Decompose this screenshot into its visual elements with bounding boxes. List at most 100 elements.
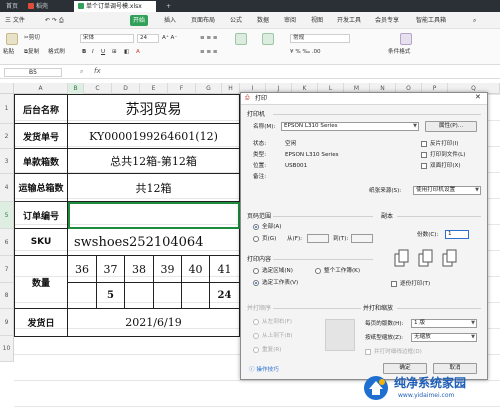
column-header-c[interactable]: C	[84, 83, 112, 94]
quantity-cell[interactable]: 5	[97, 283, 125, 309]
align-top-buttons[interactable]: ≡ ≡ ≡	[200, 34, 218, 42]
font-name-select[interactable]: 宋体	[80, 34, 134, 43]
font-color-button[interactable]: A	[136, 48, 140, 56]
row-header-8[interactable]: 8	[0, 283, 14, 309]
label-sku[interactable]: SKU	[15, 229, 68, 256]
duplex-checkbox[interactable]	[421, 163, 427, 169]
cut-button[interactable]: ✂剪切	[24, 34, 40, 42]
label-ship-date[interactable]: 发货日	[15, 309, 68, 337]
thin-border-checkbox[interactable]	[365, 349, 371, 355]
whole-workbook-radio[interactable]	[315, 268, 321, 274]
row-header-5[interactable]: 5	[0, 202, 14, 229]
tips-link[interactable]: ⓘ 操作技巧	[249, 367, 279, 374]
label-backend-name[interactable]: 后台名称	[15, 95, 68, 124]
quantity-cell[interactable]	[68, 283, 97, 309]
menu-view[interactable]: 视图	[308, 15, 326, 26]
row-header-3[interactable]: 3	[0, 149, 14, 174]
reverse-print-checkbox[interactable]	[421, 141, 427, 147]
tab-docer[interactable]: 稻壳	[24, 1, 52, 12]
label-box-count[interactable]: 单款箱数	[15, 149, 68, 174]
size-cell[interactable]: 40	[182, 256, 210, 283]
new-tab-button[interactable]: +	[162, 1, 175, 12]
fx-icon[interactable]: fx	[94, 67, 101, 75]
label-shipping-number[interactable]: 发货单号	[15, 124, 68, 149]
copies-stepper[interactable]: 1	[445, 230, 469, 239]
column-header-e[interactable]: E	[140, 83, 168, 94]
search-icon[interactable]: ⌕	[470, 15, 479, 26]
number-format-buttons[interactable]: ¥ % ‰ .00	[290, 48, 321, 56]
size-cell[interactable]: 41	[210, 256, 240, 283]
paste-button[interactable]: 粘贴	[3, 48, 14, 56]
size-cell[interactable]: 39	[154, 256, 182, 283]
selection-radio[interactable]	[253, 268, 259, 274]
underline-button[interactable]: U	[101, 48, 105, 56]
collate-checkbox[interactable]	[391, 281, 397, 287]
borders-button[interactable]: ⊞	[112, 48, 117, 56]
align-left-buttons[interactable]: ≡ ≡ ≡	[200, 48, 218, 56]
fill-color-button[interactable]: ◧	[124, 48, 129, 56]
column-header-g[interactable]: G	[196, 83, 222, 94]
repeat-radio[interactable]	[253, 347, 259, 353]
row-header-10[interactable]: 10	[0, 336, 14, 362]
quantity-cell[interactable]	[154, 283, 182, 309]
to-page-input[interactable]	[351, 234, 373, 243]
value-backend-name[interactable]: 苏羽贸易	[68, 95, 240, 124]
formula-input[interactable]	[110, 68, 496, 77]
value-total-boxes[interactable]: 共12箱	[68, 174, 240, 202]
top-to-bottom-radio[interactable]	[253, 333, 259, 339]
value-ship-date[interactable]: 2021/6/19	[68, 309, 240, 337]
menu-page-layout[interactable]: 页面布局	[188, 15, 218, 26]
conditional-format-icon[interactable]	[400, 33, 412, 45]
paste-icon[interactable]	[6, 33, 18, 45]
menu-developer[interactable]: 开发工具	[334, 15, 364, 26]
menu-member[interactable]: 会员专享	[372, 15, 402, 26]
bold-button[interactable]: B	[82, 48, 86, 56]
merge-center-icon[interactable]	[235, 33, 247, 45]
select-all-corner[interactable]	[0, 83, 14, 94]
format-painter-button[interactable]: 格式刷	[48, 48, 65, 56]
column-header-d[interactable]: D	[112, 83, 140, 94]
paper-source-select[interactable]: 使用打印机设置 ▼	[413, 186, 481, 195]
from-page-input[interactable]	[307, 234, 329, 243]
pages-per-sheet-select[interactable]: 1 版 ▼	[411, 319, 477, 328]
label-total-boxes[interactable]: 运输总箱数	[15, 174, 68, 202]
scale-select[interactable]: 无缩放 ▼	[411, 333, 477, 342]
size-cell[interactable]: 36	[68, 256, 97, 283]
column-header-h[interactable]: H	[222, 83, 240, 94]
print-to-file-checkbox[interactable]	[421, 152, 427, 158]
conditional-format-button[interactable]: 条件格式	[388, 48, 410, 56]
label-order-number[interactable]: 订单编号	[15, 202, 68, 229]
row-header-7[interactable]: 7	[0, 256, 14, 283]
italic-button[interactable]: I	[92, 48, 94, 56]
row-header-6[interactable]: 6	[0, 229, 14, 256]
value-shipping-number[interactable]: KY0000199264601(12)	[68, 124, 240, 149]
menu-edit-undo[interactable]: ↶ ↷ ⎙	[42, 15, 67, 26]
font-grow-shrink[interactable]: A⁺ A⁻	[162, 34, 177, 42]
menu-data[interactable]: 数据	[254, 15, 272, 26]
font-size-select[interactable]: 24	[137, 34, 159, 43]
close-icon[interactable]: ✕	[475, 94, 481, 101]
quantity-cell[interactable]	[182, 283, 210, 309]
column-header-a[interactable]: A	[14, 83, 68, 94]
row-header-4[interactable]: 4	[0, 174, 14, 202]
menu-review[interactable]: 审阅	[281, 15, 299, 26]
left-to-right-radio[interactable]	[253, 319, 259, 325]
row-header-2[interactable]: 2	[0, 124, 14, 149]
size-cell[interactable]: 38	[125, 256, 154, 283]
tab-home[interactable]: 首页	[2, 1, 22, 12]
column-header-b[interactable]: B	[68, 83, 84, 94]
menu-smart-toolbox[interactable]: 智能工具箱	[413, 15, 449, 26]
menu-formulas[interactable]: 公式	[227, 15, 245, 26]
name-box[interactable]: B5	[4, 68, 62, 77]
zoom-formula-icon[interactable]: ⌕	[80, 68, 83, 76]
row-header-1[interactable]: 1	[0, 94, 14, 124]
quantity-cell[interactable]	[125, 283, 154, 309]
tab-workbook[interactable]: 单个订单调号模.xlsx	[74, 1, 156, 12]
printer-name-select[interactable]: EPSON L310 Series ▼	[281, 122, 419, 131]
pages-radio[interactable]	[253, 236, 259, 242]
menu-insert[interactable]: 插入	[161, 15, 179, 26]
value-sku[interactable]: swshoes252104064	[68, 229, 240, 256]
quantity-cell[interactable]: 24	[210, 283, 240, 309]
value-box-count[interactable]: 总共12箱-第12箱	[68, 149, 240, 174]
properties-button[interactable]: 属性(P)...	[425, 121, 477, 132]
